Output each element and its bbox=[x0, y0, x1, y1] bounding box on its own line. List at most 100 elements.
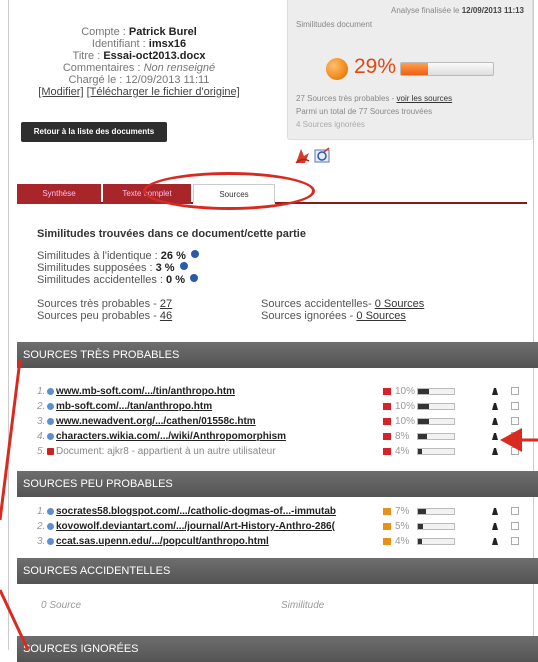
red-annotation-line-left bbox=[0, 360, 30, 650]
source-bar-fill bbox=[418, 389, 429, 394]
back-to-list-button[interactable]: Retour à la liste des documents bbox=[21, 122, 167, 142]
source-checkbox[interactable] bbox=[511, 522, 519, 530]
flag-icon bbox=[383, 523, 391, 530]
view-source-icon[interactable] bbox=[491, 537, 499, 545]
tres-probables-link[interactable]: 27 bbox=[160, 298, 172, 310]
info-icon[interactable] bbox=[179, 262, 188, 270]
modifier-link[interactable]: [Modifier] bbox=[38, 86, 83, 98]
info-charge: Chargé le : 12/09/2013 11:11 bbox=[68, 74, 210, 86]
source-bar-fill bbox=[418, 509, 426, 514]
source-row: 3. www.newadvent.org/.../cathen/01558c.ht… bbox=[37, 416, 533, 427]
source-percent: 10% bbox=[395, 386, 416, 397]
download-original-link[interactable]: [Télécharger le fichier d'origine] bbox=[87, 86, 240, 98]
document-icon bbox=[47, 448, 54, 455]
web-icon bbox=[47, 418, 54, 425]
source-url-link[interactable]: socrates58.blogspot.com/.../catholic-dog… bbox=[56, 506, 386, 517]
source-url-link[interactable]: kovowolf.deviantart.com/.../journal/Art-… bbox=[56, 521, 386, 532]
sim-accidentelles: Similitudes accidentelles : 0 % bbox=[37, 274, 517, 286]
page: Compte : Patrick Burel Identifiant : ims… bbox=[8, 0, 538, 662]
voir-sources-link[interactable]: voir les sources bbox=[397, 94, 453, 103]
section-tres-probables[interactable]: SOURCES TRÈS PROBABLES bbox=[17, 342, 538, 368]
accidentelles-count: 0 Source bbox=[41, 600, 82, 611]
source-bar bbox=[417, 388, 455, 395]
source-percent: 7% bbox=[395, 506, 410, 517]
info-icon[interactable] bbox=[190, 250, 199, 258]
source-checkbox[interactable] bbox=[511, 402, 519, 410]
source-checkbox[interactable] bbox=[511, 387, 519, 395]
flag-icon bbox=[383, 418, 391, 425]
web-icon bbox=[47, 388, 54, 395]
source-counts: Sources très probables - 27 Sources peu … bbox=[37, 298, 517, 324]
source-bar bbox=[417, 418, 455, 425]
source-percent: 8% bbox=[395, 431, 410, 442]
source-checkbox[interactable] bbox=[511, 507, 519, 515]
info-links: [Modifier] [Télécharger le fichier d'ori… bbox=[19, 86, 259, 98]
pdf-export-icon[interactable] bbox=[295, 149, 310, 164]
flag-icon bbox=[383, 403, 391, 410]
document-info: Compte : Patrick Burel Identifiant : ims… bbox=[19, 26, 259, 98]
source-url-link[interactable]: mb-soft.com/.../tan/anthropo.htm bbox=[56, 401, 386, 412]
source-bar-fill bbox=[418, 449, 423, 454]
tres-probables-list: 1. www.mb-soft.com/.../tin/anthropo.htm 10… bbox=[37, 386, 533, 461]
source-bar bbox=[417, 523, 455, 530]
mail-export-icon[interactable] bbox=[314, 147, 330, 163]
source-bar-fill bbox=[418, 524, 424, 529]
source-checkbox[interactable] bbox=[511, 537, 519, 545]
source-counts-left: Sources très probables - 27 Sources peu … bbox=[37, 298, 173, 322]
section-peu-probables[interactable]: SOURCES PEU PROBABLES bbox=[17, 471, 538, 497]
ignored-sources-line: 4 Sources ignorées bbox=[296, 120, 365, 129]
source-percent: 4% bbox=[395, 446, 410, 457]
web-icon bbox=[47, 433, 54, 440]
similarity-summary: Similitudes trouvées dans ce document/ce… bbox=[37, 228, 517, 324]
source-url-link[interactable]: ccat.sas.upenn.edu/.../popcult/anthropo.… bbox=[56, 536, 386, 547]
sim-identique: Similitudes à l'identique : 26 % bbox=[37, 250, 517, 262]
accidentelles-link[interactable]: 0 Sources bbox=[375, 298, 425, 310]
source-bar-fill bbox=[418, 404, 429, 409]
peu-probables-link[interactable]: 46 bbox=[160, 310, 172, 322]
view-source-icon[interactable] bbox=[491, 522, 499, 530]
source-url-link[interactable]: www.mb-soft.com/.../tin/anthropo.htm bbox=[56, 386, 386, 397]
source-row: 2. kovowolf.deviantart.com/.../journal/Ar… bbox=[37, 521, 533, 532]
sim-supposees: Similitudes supposées : 3 % bbox=[37, 262, 517, 274]
view-source-icon[interactable] bbox=[491, 402, 499, 410]
accidentelles-content: 0 Source Similitude bbox=[17, 590, 538, 616]
source-percent: 10% bbox=[395, 416, 416, 427]
source-bar bbox=[417, 538, 455, 545]
source-url-link[interactable]: Document: ajkr8 - appartient à un autre … bbox=[56, 446, 386, 457]
web-icon bbox=[47, 538, 54, 545]
source-percent: 10% bbox=[395, 401, 416, 412]
view-source-icon[interactable] bbox=[491, 507, 499, 515]
source-bar bbox=[417, 433, 455, 440]
source-bar bbox=[417, 508, 455, 515]
source-row: 5. Document: ajkr8 - appartient à un autr… bbox=[37, 446, 533, 457]
info-icon[interactable] bbox=[190, 274, 199, 282]
source-percent: 4% bbox=[395, 536, 410, 547]
flag-icon bbox=[383, 388, 391, 395]
export-icons bbox=[295, 147, 330, 164]
tab-synthese[interactable]: Synthèse bbox=[17, 184, 101, 204]
source-row: 2. mb-soft.com/.../tan/anthropo.htm 10% bbox=[37, 401, 533, 412]
flag-icon bbox=[383, 433, 391, 440]
source-row: 1. socrates58.blogspot.com/.../catholic-d… bbox=[37, 506, 533, 517]
source-url-link[interactable]: www.newadvent.org/.../cathen/01558c.htm bbox=[56, 416, 386, 427]
flag-icon bbox=[383, 508, 391, 515]
similarity-bar bbox=[400, 62, 494, 76]
info-compte: Compte : Patrick Burel bbox=[81, 26, 197, 38]
ignorees-link[interactable]: 0 Sources bbox=[356, 310, 406, 322]
source-url-link[interactable]: characters.wikia.com/.../wiki/Anthropomo… bbox=[56, 431, 386, 442]
summary-heading: Similitudes trouvées dans ce document/ce… bbox=[37, 228, 306, 240]
sim-doc-label: Similitudes document bbox=[296, 20, 373, 29]
total-sources-line: Parmi un total de 77 Sources trouvées bbox=[296, 107, 433, 116]
section-accidentelles[interactable]: SOURCES ACCIDENTELLES bbox=[17, 558, 538, 584]
red-highlight-oval bbox=[143, 172, 315, 210]
source-bar-fill bbox=[418, 419, 429, 424]
web-icon bbox=[47, 403, 54, 410]
red-arrow-icon bbox=[500, 428, 538, 452]
analysis-finalized: Analyse finalisée le 12/09/2013 11:13 bbox=[391, 6, 524, 15]
section-ignorees[interactable]: SOURCES IGNORÉES bbox=[17, 636, 538, 662]
source-counts-right: Sources accidentelles- 0 Sources Sources… bbox=[261, 298, 425, 322]
info-commentaires: Commentaires : Non renseigné bbox=[62, 62, 216, 74]
view-source-icon[interactable] bbox=[491, 387, 499, 395]
flag-icon bbox=[383, 448, 391, 455]
info-titre: Titre : Essai-oct2013.docx bbox=[72, 50, 206, 62]
